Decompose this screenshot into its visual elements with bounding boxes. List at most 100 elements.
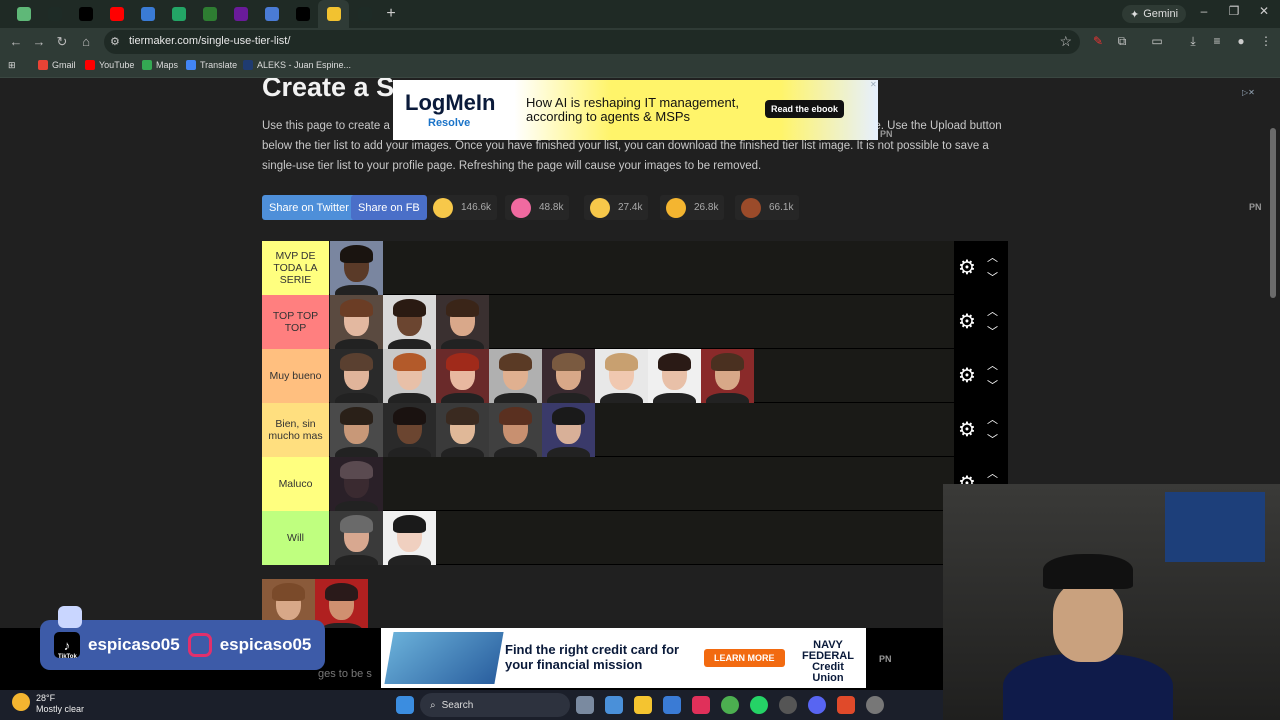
browser-tab[interactable] bbox=[318, 0, 349, 28]
browser-tab[interactable] bbox=[225, 0, 256, 28]
reaction-button[interactable]: 66.1k bbox=[735, 195, 800, 220]
gemini-button[interactable]: ✦ Gemini bbox=[1122, 5, 1187, 23]
browser-tab[interactable] bbox=[256, 0, 287, 28]
widgets-icon[interactable] bbox=[605, 696, 623, 714]
character-image[interactable] bbox=[330, 403, 383, 457]
task-view-icon[interactable] bbox=[576, 696, 594, 714]
move-down-icon[interactable]: ﹀ bbox=[987, 431, 998, 447]
character-image[interactable] bbox=[595, 349, 648, 403]
extension-red-icon[interactable]: ✎ bbox=[1090, 34, 1106, 50]
reload-icon[interactable]: ↻ bbox=[54, 34, 70, 50]
profile-avatar[interactable]: ● bbox=[1233, 34, 1249, 50]
browser-tab[interactable] bbox=[101, 0, 132, 28]
tier-label[interactable]: Maluco bbox=[262, 457, 329, 511]
move-up-icon[interactable]: ︿ bbox=[987, 249, 998, 265]
app-red-icon[interactable] bbox=[837, 696, 855, 714]
back-icon[interactable]: ← bbox=[8, 34, 24, 49]
ad-close-icon[interactable]: ✕ bbox=[870, 80, 877, 89]
cast-icon[interactable]: ▭ bbox=[1149, 34, 1165, 50]
character-image[interactable] bbox=[315, 579, 368, 628]
home-icon[interactable]: ⌂ bbox=[78, 34, 94, 49]
character-image[interactable] bbox=[330, 241, 383, 295]
restore-icon[interactable]: ❐ bbox=[1224, 4, 1244, 18]
gear-icon[interactable]: ⚙ bbox=[958, 257, 976, 279]
reading-list-icon[interactable]: ≡ bbox=[1209, 34, 1225, 50]
bookmark-item[interactable]: Translate bbox=[186, 60, 237, 70]
discord-icon[interactable] bbox=[808, 696, 826, 714]
site-info-icon[interactable]: ⚙ bbox=[110, 35, 123, 48]
app-icon[interactable] bbox=[779, 696, 797, 714]
share-twitter-button[interactable]: Share on Twitter bbox=[262, 195, 356, 220]
move-down-icon[interactable]: ﹀ bbox=[987, 269, 998, 285]
character-image[interactable] bbox=[701, 349, 754, 403]
store-icon[interactable] bbox=[663, 696, 681, 714]
forward-icon[interactable]: → bbox=[31, 34, 47, 49]
move-up-icon[interactable]: ︿ bbox=[987, 465, 998, 481]
whatsapp-icon[interactable] bbox=[750, 696, 768, 714]
character-image[interactable] bbox=[383, 295, 436, 349]
reaction-button[interactable]: 48.8k bbox=[505, 195, 570, 220]
browser-tab[interactable] bbox=[163, 0, 194, 28]
move-down-icon[interactable]: ﹀ bbox=[987, 377, 998, 393]
file-explorer-icon[interactable] bbox=[634, 696, 652, 714]
character-image[interactable] bbox=[436, 403, 489, 457]
bookmark-item[interactable]: Gmail bbox=[38, 60, 76, 70]
browser-tab[interactable] bbox=[70, 0, 101, 28]
tiktok-app-icon[interactable] bbox=[692, 696, 710, 714]
share-fb-button[interactable]: Share on FB bbox=[351, 195, 427, 220]
address-bar[interactable]: ⚙ tiermaker.com/single-use-tier-list/ ☆ bbox=[104, 30, 1080, 54]
gear-icon[interactable]: ⚙ bbox=[958, 311, 976, 333]
reaction-button[interactable]: 26.8k bbox=[660, 195, 725, 220]
browser-tab[interactable] bbox=[8, 0, 39, 28]
character-image[interactable] bbox=[648, 349, 701, 403]
menu-icon[interactable]: ⋮ bbox=[1258, 34, 1274, 50]
move-up-icon[interactable]: ︿ bbox=[987, 357, 998, 373]
ad-cta-button[interactable]: LEARN MORE bbox=[704, 649, 785, 667]
tier-label[interactable]: Bien, sin mucho mas bbox=[262, 403, 329, 457]
character-image[interactable] bbox=[383, 403, 436, 457]
character-image[interactable] bbox=[436, 349, 489, 403]
adchoices-icon[interactable]: ▷✕ bbox=[1242, 88, 1255, 97]
character-image[interactable] bbox=[330, 295, 383, 349]
browser-tab[interactable] bbox=[287, 0, 318, 28]
browser-tab[interactable] bbox=[349, 0, 380, 28]
gear-icon[interactable]: ⚙ bbox=[958, 419, 976, 441]
windows-start-icon[interactable] bbox=[396, 696, 414, 714]
character-image[interactable] bbox=[436, 295, 489, 349]
character-image[interactable] bbox=[330, 349, 383, 403]
new-tab-button[interactable]: + bbox=[380, 5, 402, 23]
tier-label[interactable]: TOP TOP TOP bbox=[262, 295, 329, 349]
browser-tab[interactable] bbox=[39, 0, 70, 28]
move-down-icon[interactable]: ﹀ bbox=[987, 323, 998, 339]
scrollbar-thumb[interactable] bbox=[1270, 128, 1276, 298]
move-up-icon[interactable]: ︿ bbox=[987, 303, 998, 319]
bookmark-item[interactable]: Maps bbox=[142, 60, 178, 70]
bookmark-item[interactable]: YouTube bbox=[85, 60, 134, 70]
character-image[interactable] bbox=[489, 349, 542, 403]
character-image[interactable] bbox=[383, 349, 436, 403]
character-image[interactable] bbox=[489, 403, 542, 457]
settings-icon[interactable] bbox=[866, 696, 884, 714]
apps-icon[interactable]: ⊞ bbox=[8, 60, 16, 71]
browser-tab[interactable] bbox=[132, 0, 163, 28]
ad-banner-top[interactable]: LogMeIn Resolve How AI is reshaping IT m… bbox=[393, 80, 878, 140]
character-image[interactable] bbox=[330, 457, 383, 511]
character-image[interactable] bbox=[542, 403, 595, 457]
character-image[interactable] bbox=[330, 511, 383, 565]
ad-cta-button[interactable]: Read the ebook bbox=[765, 100, 845, 118]
taskbar-search[interactable]: ⌕ Search bbox=[420, 693, 570, 717]
extensions-icon[interactable]: ⧉ bbox=[1114, 34, 1130, 50]
close-icon[interactable]: ✕ bbox=[1254, 4, 1274, 18]
move-up-icon[interactable]: ︿ bbox=[987, 411, 998, 427]
reaction-button[interactable]: 27.4k bbox=[584, 195, 649, 220]
weather-widget[interactable]: 28°F Mostly clear bbox=[12, 693, 84, 715]
tier-label[interactable]: Will bbox=[262, 511, 329, 565]
download-icon[interactable]: ⤓ bbox=[1185, 34, 1201, 50]
bookmark-item[interactable]: ALEKS - Juan Espine... bbox=[243, 60, 351, 70]
chrome-app-icon[interactable] bbox=[721, 696, 739, 714]
reaction-button[interactable]: 146.6k bbox=[427, 195, 498, 220]
bookmark-star-icon[interactable]: ☆ bbox=[1059, 33, 1072, 50]
character-image[interactable] bbox=[542, 349, 595, 403]
tier-label[interactable]: MVP DE TODA LA SERIE bbox=[262, 241, 329, 295]
minimize-icon[interactable]: – bbox=[1194, 4, 1214, 18]
